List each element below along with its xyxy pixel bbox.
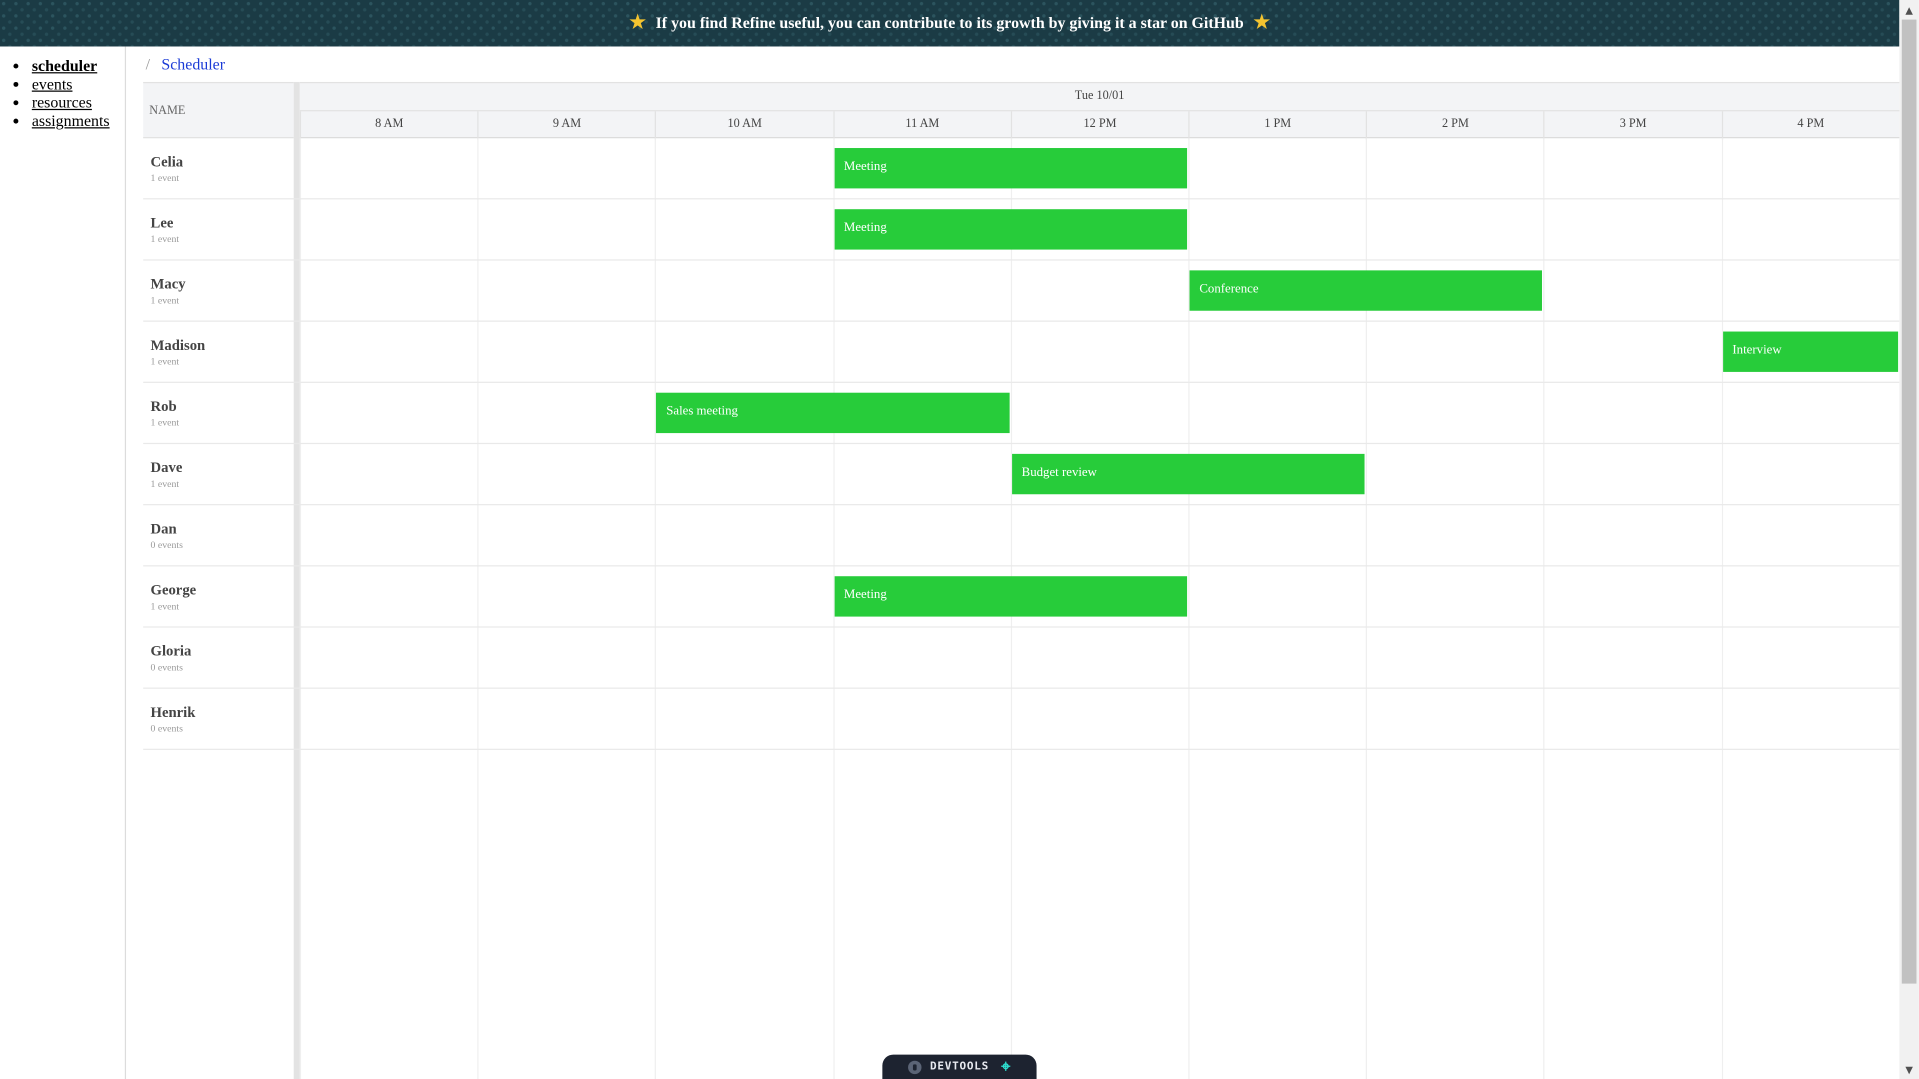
resource-event-count: 0 events <box>150 723 183 735</box>
resource-event-count: 0 events <box>150 661 183 673</box>
hour-header-cell: 3 PM <box>1543 111 1722 140</box>
resource-name: Henrik <box>150 703 196 721</box>
hour-header-cell: 2 PM <box>1365 111 1544 140</box>
star-icon: ★ <box>1253 12 1270 33</box>
side-navigation: scheduler events resources assignments <box>0 46 127 1079</box>
scheduler: NAME Tue 10/01 8 AM 9 AM 10 AM 11 AM 12 PM 1 … <box>143 81 1900 1079</box>
hour-header-cell: 1 PM <box>1188 111 1366 140</box>
resource-name: Lee <box>150 214 174 232</box>
devtools-label: DEVTOOLS <box>930 1060 989 1073</box>
resource-event-count: 0 events <box>150 539 183 551</box>
resource-name: Madison <box>150 336 206 354</box>
hour-header-cell: 9 AM <box>477 111 656 140</box>
event-layer: Meeting Meeting Conference Interview Sales m… <box>300 138 1900 750</box>
hour-header-cell: 10 AM <box>655 111 833 140</box>
resource-event-count: 1 event <box>150 417 180 429</box>
event-bar[interactable]: Meeting <box>834 209 1188 250</box>
resource-event-count: 1 event <box>150 600 180 612</box>
resource-event-count: 1 event <box>150 294 180 306</box>
refine-logo-icon <box>908 1060 922 1074</box>
hours-header-row: 8 AM 9 AM 10 AM 11 AM 12 PM 1 PM 2 PM 3 PM 4 PM <box>299 110 1900 140</box>
hour-header-cell: 8 AM <box>299 111 478 140</box>
hour-header-cell: 4 PM <box>1721 111 1899 140</box>
nav-item-assignments: assignments <box>32 111 125 129</box>
scroll-down-arrow-icon[interactable]: ▼ <box>1899 1059 1919 1079</box>
event-bar[interactable]: Meeting <box>834 148 1188 189</box>
hour-header-cell: 11 AM <box>832 111 1011 140</box>
timeline-header: Tue 10/01 8 AM 9 AM 10 AM 11 AM 12 PM 1 PM 2 P… <box>299 81 1900 140</box>
resource-name: Rob <box>150 397 177 415</box>
nav-link-scheduler[interactable]: scheduler <box>32 56 97 74</box>
event-bar[interactable]: Conference <box>1189 270 1543 311</box>
resource-event-count: 1 event <box>150 233 180 245</box>
event-bar[interactable]: Sales meeting <box>656 392 1010 434</box>
event-bar[interactable]: Interview <box>1722 331 1898 372</box>
banner-text: If you find Refine useful, you can contr… <box>655 13 1244 32</box>
resource-name: Gloria <box>150 642 192 660</box>
app-canvas: ★ If you find Refine useful, you can con… <box>0 0 1919 1079</box>
resource-name: Celia <box>150 152 184 171</box>
resource-event-count: 1 event <box>150 356 180 368</box>
nav-link-events[interactable]: events <box>32 75 73 93</box>
nav-link-resources[interactable]: resources <box>32 93 92 111</box>
resource-name: Macy <box>150 275 186 293</box>
vertical-scrollbar[interactable]: ▲ ▼ <box>1899 0 1919 1079</box>
nav-link-assignments[interactable]: assignments <box>32 111 110 129</box>
date-header: Tue 10/01 <box>1074 89 1125 103</box>
resource-event-count: 1 event <box>150 478 180 490</box>
breadcrumb: / Scheduler <box>146 55 225 75</box>
hour-header-cell: 12 PM <box>1010 111 1189 140</box>
resource-name: Dave <box>150 458 183 476</box>
resource-name: Dan <box>150 519 177 538</box>
nav-item-resources: resources <box>32 93 125 111</box>
crosshair-icon[interactable]: ⌖ <box>1001 1058 1011 1076</box>
star-icon: ★ <box>629 12 646 33</box>
scrollbar-thumb[interactable] <box>1901 19 1917 984</box>
breadcrumb-scheduler-link[interactable]: Scheduler <box>161 55 225 73</box>
resource-event-count: 1 event <box>150 172 180 184</box>
devtools-button[interactable]: DEVTOOLS ⌖ <box>882 1054 1037 1079</box>
breadcrumb-separator: / <box>145 55 151 74</box>
github-star-banner[interactable]: ★ If you find Refine useful, you can con… <box>0 0 1900 47</box>
nav-item-scheduler: scheduler <box>32 56 125 74</box>
name-column-header: NAME <box>143 81 294 139</box>
scroll-up-arrow-icon[interactable]: ▲ <box>1899 0 1919 20</box>
nav-item-events: events <box>32 75 125 93</box>
event-bar[interactable]: Budget review <box>1011 453 1365 495</box>
nav-list: scheduler events resources assignments <box>0 56 125 129</box>
event-bar[interactable]: Meeting <box>834 576 1188 617</box>
resource-name: George <box>150 581 197 599</box>
